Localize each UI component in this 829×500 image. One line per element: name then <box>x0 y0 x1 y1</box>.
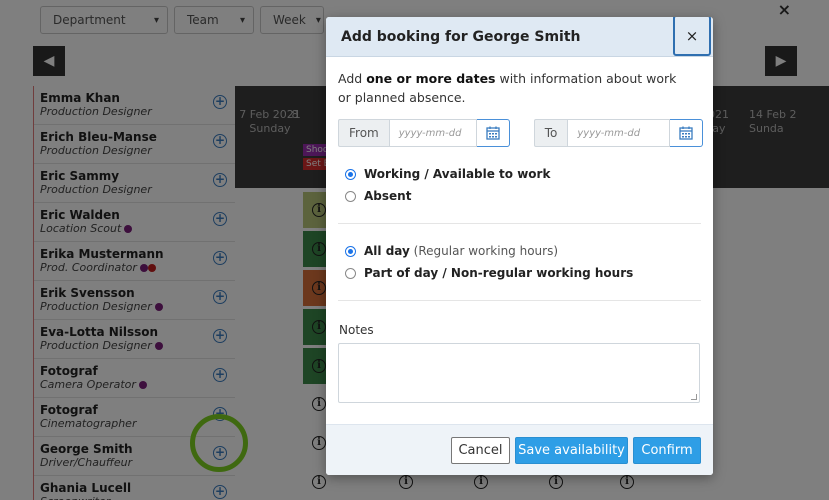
working-option-label: Working / Available to work <box>364 167 550 181</box>
to-label: To <box>533 119 568 147</box>
from-label: From <box>338 119 389 147</box>
notes-textarea[interactable] <box>338 343 700 403</box>
dialog-body: Add one or more dates with information a… <box>326 57 713 403</box>
dialog-header: Add booking for George Smith × <box>326 17 713 57</box>
all-day-label: All day (Regular working hours) <box>364 244 558 258</box>
add-booking-dialog: Add booking for George Smith × Add one o… <box>326 17 713 475</box>
to-date-group: To yyyy-mm-dd <box>533 119 704 147</box>
absent-option-label: Absent <box>364 189 411 203</box>
working-option[interactable]: Working / Available to work <box>345 163 701 185</box>
all-day-hint: (Regular working hours) <box>413 244 559 258</box>
notes-label: Notes <box>339 323 374 337</box>
save-availability-button[interactable]: Save availability <box>515 437 628 464</box>
working-label-text: Working / Available to work <box>364 167 551 181</box>
to-date-input[interactable]: yyyy-mm-dd <box>567 119 671 147</box>
cancel-button[interactable]: Cancel <box>451 437 510 464</box>
part-day-label: Part of day / Non-regular working hours <box>364 266 633 280</box>
time-radio-group: All day (Regular working hours) Part of … <box>338 240 701 284</box>
all-day-option[interactable]: All day (Regular working hours) <box>345 240 701 262</box>
from-calendar-button[interactable] <box>476 119 510 147</box>
from-date-input[interactable]: yyyy-mm-dd <box>388 119 477 147</box>
absent-radio[interactable] <box>345 190 356 202</box>
all-day-radio[interactable] <box>345 245 356 257</box>
intro-text: Add <box>338 71 367 86</box>
status-radio-group: Working / Available to work Absent <box>338 163 701 207</box>
dialog-intro: Add one or more dates with information a… <box>338 69 678 107</box>
close-icon: × <box>685 26 699 45</box>
absent-label-text: Absent <box>364 189 412 203</box>
calendar-icon <box>486 126 500 140</box>
part-day-text: Part of day / Non-regular working hours <box>364 266 634 280</box>
intro-emphasis: one or more dates <box>366 71 496 86</box>
date-range: From yyyy-mm-dd To yyyy-mm-dd <box>338 119 704 147</box>
calendar-icon <box>679 126 694 140</box>
resize-handle-icon[interactable] <box>691 394 697 400</box>
close-button[interactable]: × <box>673 17 711 56</box>
absent-option[interactable]: Absent <box>345 185 701 207</box>
confirm-button[interactable]: Confirm <box>633 437 701 464</box>
dialog-title: Add booking for George Smith <box>341 29 581 45</box>
divider <box>338 300 701 301</box>
divider <box>338 223 701 224</box>
part-day-option[interactable]: Part of day / Non-regular working hours <box>345 262 701 284</box>
to-calendar-button[interactable] <box>670 119 704 147</box>
all-day-text: All day <box>364 244 410 258</box>
part-day-radio[interactable] <box>345 267 356 279</box>
dialog-footer: Cancel Save availability Confirm <box>326 424 713 475</box>
working-radio[interactable] <box>345 168 356 180</box>
from-date-group: From yyyy-mm-dd <box>338 119 510 147</box>
